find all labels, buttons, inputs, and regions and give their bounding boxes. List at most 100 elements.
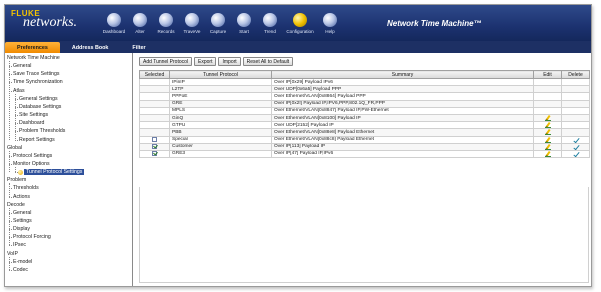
toolbar-records-button[interactable]: Records (153, 7, 179, 39)
tree-connector (9, 196, 12, 198)
header-summary[interactable]: Summary (271, 70, 534, 79)
table-row[interactable]: GinQ Over Ethernet/VLAN[0x8100] Payload I… (139, 113, 590, 123)
table-row[interactable]: Special Over Ethernet/VLAN[0x88c8] Payloa… (139, 135, 590, 144)
toolbar-help-button[interactable]: Help (317, 7, 343, 39)
brand-name-bottom: networks. (23, 15, 78, 30)
tab-address-book[interactable]: Address Book (60, 42, 121, 53)
tree-item-time-synchronization[interactable]: Time Synchronization (13, 79, 63, 85)
delete-checkmark-icon[interactable] (573, 137, 579, 142)
cell-summary: Over Ethernet/VLAN[0x8864] Payload PPP (271, 92, 534, 101)
toolbar-alter-button[interactable]: Alter (127, 7, 153, 39)
cell-delete (561, 99, 590, 108)
tree-item-problem-thresholds[interactable]: Problem Thresholds (19, 128, 65, 134)
cell-selected[interactable] (139, 149, 170, 159)
toolbar-item-label: Configuration (286, 29, 314, 34)
toolbar-configuration-button[interactable]: Configuration (283, 7, 317, 39)
toolbar-dashboard-button[interactable]: Dashboard (101, 7, 127, 39)
alter-icon (133, 13, 147, 27)
action-button-bar: Add Tunnel Protocol Export Import Reset … (139, 57, 294, 66)
row-select-checkbox[interactable] (152, 144, 157, 150)
tree-guide-line (15, 93, 16, 140)
cell-delete[interactable] (561, 135, 590, 144)
header-tunnel-protocol[interactable]: Tunnel Protocol (169, 70, 272, 79)
cell-selected (139, 121, 170, 130)
table-row[interactable]: PBB Over Ethernet/VLAN[0x88e8] Payload Et… (139, 128, 590, 137)
tree-item-tunnel-protocol-settings[interactable]: Tunnel Protocol Settings (24, 169, 85, 176)
import-button[interactable]: Import (218, 57, 241, 66)
delete-checkmark-icon[interactable] (573, 144, 579, 149)
edit-pencil-icon[interactable] (544, 130, 551, 135)
tree-item-network-time-machine[interactable]: Network Time Machine (7, 55, 60, 61)
cell-delete[interactable] (561, 149, 590, 159)
cell-edit[interactable] (533, 135, 562, 144)
add-tunnel-protocol-button[interactable]: Add Tunnel Protocol (139, 57, 193, 66)
header-selected[interactable]: Selected (139, 70, 170, 79)
reset-all-button[interactable]: Reset All to Default (242, 57, 294, 66)
cell-summary: Over Ethernet/VLAN[0x88c8] Payload Ether… (271, 135, 534, 144)
cell-edit[interactable] (533, 149, 562, 159)
tree-item-database-settings[interactable]: Database Settings (19, 104, 61, 110)
export-button[interactable]: Export (194, 57, 217, 66)
toolbar-trend-button[interactable]: Trend (257, 7, 283, 39)
settings-tree[interactable]: Network Time Machine General Save Trace Se… (5, 53, 133, 286)
cell-edit[interactable] (533, 142, 562, 151)
table-row[interactable]: GTPU Over UDP[2152] Payload IP (139, 121, 590, 130)
tree-item-thresholds[interactable]: Thresholds (13, 185, 39, 191)
cell-summary: Over UDP[2152] Payload IP (271, 121, 534, 130)
tree-item-protocol-forcing[interactable]: Protocol Forcing (13, 234, 51, 240)
edit-pencil-icon[interactable] (544, 144, 551, 150)
table-row[interactable]: MPLS Over Ethernet/VLAN[0x8847] Payload I… (139, 106, 590, 115)
cell-tunnel-protocol: Customer (169, 142, 272, 151)
tree-item-general[interactable]: General (13, 210, 31, 216)
cell-selected[interactable] (139, 135, 170, 144)
cell-delete[interactable] (561, 142, 590, 151)
table-row[interactable]: Customer Over IP[113] Payload IP (139, 142, 590, 151)
tree-item-monitor-options[interactable]: Monitor Options (13, 161, 50, 167)
header-edit[interactable]: Edit (533, 70, 562, 79)
table-row[interactable]: GRE Over IP[0x2f] Payload IP,IPV6,PPP,802… (139, 99, 590, 108)
tree-item-save-trace-settings[interactable]: Save Trace Settings (13, 71, 59, 77)
tab-bar: Preferences Address Book Filter (5, 41, 591, 53)
cell-edit (533, 77, 562, 87)
tree-guide-line (15, 166, 16, 173)
edit-pencil-icon[interactable] (544, 137, 551, 143)
cell-edit (533, 92, 562, 101)
table-header-row: Selected Tunnel Protocol Summary Edit De… (139, 70, 590, 79)
toolbar-capture-button[interactable]: Capture (205, 7, 231, 39)
table-row[interactable]: PPPoE Over Ethernet/VLAN[0x8864] Payload … (139, 92, 590, 101)
tree-item-codec[interactable]: Codec (13, 267, 28, 273)
toolbar-start-button[interactable]: Start (231, 7, 257, 39)
row-select-checkbox[interactable] (152, 137, 157, 143)
cell-selected (139, 113, 170, 123)
tab-filter[interactable]: Filter (120, 42, 157, 53)
tab-preferences[interactable]: Preferences (5, 42, 60, 53)
tree-item-display[interactable]: Display (13, 226, 30, 232)
toolbar-traveve-button[interactable]: TraveVe (179, 7, 205, 39)
edit-pencil-icon[interactable] (544, 151, 551, 157)
cell-selected[interactable] (139, 142, 170, 151)
tree-item-settings[interactable]: Settings (13, 218, 32, 224)
tree-item-actions[interactable]: Actions (13, 194, 30, 200)
selected-node-icon (18, 169, 23, 175)
app-window: FLUKE networks. Dashboard Alter Records Tra… (4, 4, 592, 287)
row-select-checkbox[interactable] (152, 151, 157, 157)
cell-edit[interactable] (533, 121, 562, 130)
delete-checkmark-icon[interactable] (573, 151, 579, 156)
cell-selected (139, 77, 170, 87)
tree-item-dashboard[interactable]: Dashboard (19, 120, 44, 126)
edit-pencil-icon[interactable] (544, 115, 551, 121)
tree-item-general[interactable]: General (13, 63, 31, 69)
table-row[interactable]: IPinIP Over IP[0x29] Payload IPv6 (139, 77, 590, 87)
tree-item-protocol-settings[interactable]: Protocol Settings (13, 153, 52, 159)
tree-item-ipsec[interactable]: IPsec (13, 242, 26, 248)
tree-item-site-settings[interactable]: Site Settings (19, 112, 48, 118)
edit-pencil-icon[interactable] (544, 123, 551, 128)
table-row[interactable]: GRE3 Over IP[47] Payload IP,IPv6 (139, 149, 590, 159)
tree-item-report-settings[interactable]: Report Settings (19, 137, 55, 143)
tree-item-e-model[interactable]: E-model (13, 259, 32, 265)
table-row[interactable]: L2TP Over UDP[0x6a5] Payload PPP (139, 85, 590, 94)
tree-item-general-settings[interactable]: General Settings (19, 96, 58, 102)
header-delete[interactable]: Delete (561, 70, 590, 79)
cell-edit[interactable] (533, 128, 562, 137)
cell-edit[interactable] (533, 113, 562, 123)
